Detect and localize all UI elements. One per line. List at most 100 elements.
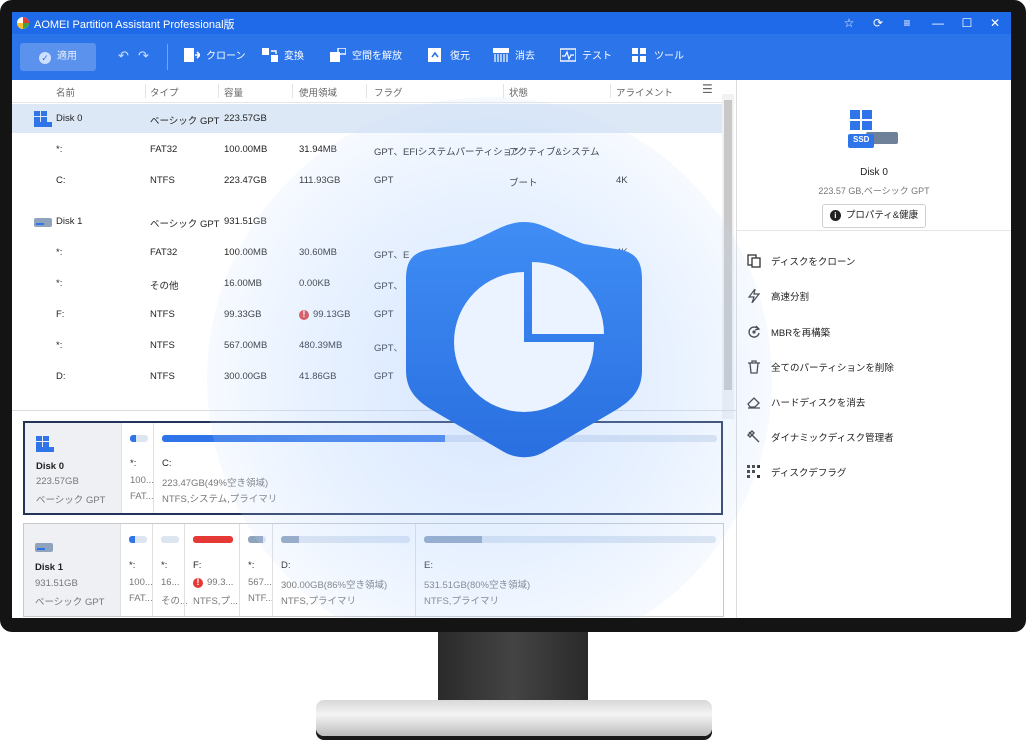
usage-fill (129, 536, 135, 543)
monitor-stand-base (316, 700, 712, 736)
table-row[interactable]: C: NTFS 223.47GB 111.93GB GPT ブート 4K (12, 166, 722, 195)
usage-bar (281, 536, 410, 543)
size-with-warning: ! 99.3... (193, 577, 233, 588)
maximize-icon[interactable]: ☐ (956, 14, 978, 32)
usage-fill (248, 536, 264, 543)
lightning-icon (747, 289, 761, 303)
disk1-partition-efi[interactable]: *: 100... FAT... (120, 524, 153, 616)
info-icon: i (829, 210, 841, 221)
wrench-icon (747, 430, 760, 443)
usage-bar (130, 435, 148, 442)
disk1-info: Disk 1 931.51GB ベーシック GPT (24, 524, 120, 616)
op-wipe-disk[interactable]: ハードディスクを消去 (747, 392, 997, 416)
disk1-partition-d[interactable]: D: 300.00GB(86%空き領域) NTFS,プライマリ (272, 524, 416, 616)
usage-fill (281, 536, 300, 543)
disk1-partition-msr[interactable]: *: 16... その... (152, 524, 188, 616)
tools-button[interactable]: ツール (632, 46, 684, 68)
disk0-partition-efi[interactable]: *: 100... FAT... (121, 423, 154, 513)
warning-icon: ! (193, 578, 203, 588)
properties-health-button[interactable]: i プロパティ&健康 (822, 204, 926, 228)
rebuild-icon (748, 325, 761, 338)
table-row[interactable]: *: FAT32 100.00MB 31.94MB GPT、EFIシステムパーテ… (12, 135, 722, 164)
table-row[interactable]: *: NTFS 567.00MB 480.39MB GPT、 4K (12, 331, 722, 360)
ssd-disk-icon (36, 436, 54, 452)
column-settings-icon[interactable]: ☰ (702, 82, 713, 96)
partition-table: 名前 タイプ 容量 使用領域 フラグ 状態 アライメント ☰ Disk 0 ベー… (12, 80, 735, 420)
usage-fill (162, 435, 446, 442)
apply-button[interactable]: ✓ 適用 (20, 43, 96, 71)
refresh-icon[interactable]: ⟳ (867, 14, 889, 32)
recover-icon (428, 48, 441, 62)
disk0-info: Disk 0 223.57GB ベーシック GPT (25, 423, 121, 513)
test-icon (560, 48, 576, 62)
table-row[interactable]: D: NTFS 300.00GB 41.86GB GPT 4K (12, 362, 722, 391)
col-used[interactable]: 使用領域 (299, 85, 337, 99)
ssd-label: SSD (853, 135, 870, 144)
undo-icon[interactable]: ↶ (118, 48, 129, 64)
col-name[interactable]: 名前 (56, 85, 75, 99)
col-alignment[interactable]: アライメント (616, 85, 673, 99)
disk1-partition-recovery[interactable]: *: 567... NTF... (239, 524, 273, 616)
apply-label: 適用 (57, 51, 77, 62)
disk1-map[interactable]: Disk 1 931.51GB ベーシック GPT *: 100... FAT.… (23, 523, 724, 617)
menu-icon[interactable]: ≡ (896, 14, 918, 32)
col-status[interactable]: 状態 (509, 85, 528, 99)
table-row[interactable]: *: その他 16.00MB 0.00KB GPT、 4K (12, 269, 722, 298)
close-icon[interactable]: ✕ (984, 14, 1006, 32)
toolbar-separator (167, 44, 168, 70)
ssd-disk-icon (848, 110, 898, 148)
op-rebuild-mbr[interactable]: MBRを再構築 (747, 322, 997, 346)
table-row[interactable]: *: FAT32 100.00MB 30.60MB GPT、E 4K (12, 238, 722, 267)
col-capacity[interactable]: 容量 (224, 85, 243, 99)
table-row[interactable]: F: NTFS 99.33GB ! 99.13GB GPT 4K (12, 300, 722, 329)
usage-bar (162, 435, 717, 442)
redo-icon[interactable]: ↷ (138, 48, 149, 64)
monitor-stand-neck (438, 632, 588, 704)
disk0-map[interactable]: Disk 0 223.57GB ベーシック GPT *: 100... FAT.… (23, 421, 723, 515)
disk-summary: SSD Disk 0 223.57 GB,ベーシック GPT i プロパティ&健康 (737, 80, 1011, 231)
defrag-icon (747, 465, 760, 478)
table-header: 名前 タイプ 容量 使用領域 フラグ 状態 アライメント ☰ (12, 80, 735, 103)
star-icon[interactable]: ☆ (838, 14, 860, 32)
test-button[interactable]: テスト (560, 46, 612, 68)
convert-icon (262, 48, 278, 62)
table-scrollbar[interactable] (722, 94, 734, 419)
clone-button[interactable]: クローン (184, 46, 246, 68)
free-space-icon (330, 48, 346, 62)
tools-icon (632, 48, 646, 62)
usage-bar (193, 536, 233, 543)
disk1-partition-e[interactable]: E: 531.51GB(80%空き領域) NTFS,プライマリ (415, 524, 722, 616)
toolbar: ✓ 適用 ↶ ↷ クローン 変換 空間を解放 復元 消去 テスト ツール (12, 34, 1011, 80)
hdd-disk-icon (35, 543, 53, 552)
selected-disk-info: 223.57 GB,ベーシック GPT (818, 186, 930, 196)
clone-icon (184, 48, 200, 62)
clone-disk-icon (747, 254, 761, 268)
app-window: AOMEI Partition Assistant Professional版 … (12, 12, 1011, 618)
table-row[interactable]: Disk 1 ベーシック GPT 931.51GB (12, 207, 722, 236)
usage-bar (161, 536, 179, 543)
op-dynamic-disk-manager[interactable]: ダイナミックディスク管理者 (747, 427, 997, 451)
disk0-partition-c[interactable]: C: 223.47GB(49%空き領域) NTFS,システム,プライマリ (153, 423, 720, 513)
scrollbar-thumb[interactable] (724, 100, 732, 390)
op-quick-partition[interactable]: 高速分割 (747, 286, 997, 310)
col-flag[interactable]: フラグ (374, 85, 403, 99)
disk1-partition-f[interactable]: F: ! 99.3... NTFS,プ... (184, 524, 240, 616)
erase-button[interactable]: 消去 (493, 46, 535, 68)
recover-button[interactable]: 復元 (428, 46, 470, 68)
convert-button[interactable]: 変換 (262, 46, 304, 68)
table-row[interactable]: Disk 0 ベーシック GPT 223.57GB (12, 104, 722, 133)
usage-fill (424, 536, 483, 543)
op-delete-all-partitions[interactable]: 全てのパーティションを削除 (747, 357, 997, 381)
trash-icon (748, 360, 760, 374)
usage-fill (193, 536, 233, 543)
op-disk-defrag[interactable]: ディスクデフラグ (747, 462, 997, 486)
minimize-icon[interactable]: — (927, 14, 949, 32)
pane-divider[interactable] (12, 410, 736, 411)
monitor-frame: AOMEI Partition Assistant Professional版 … (0, 0, 1026, 632)
eraser-icon (747, 397, 760, 409)
ssd-disk-icon (34, 111, 52, 127)
disk-operations-panel: SSD Disk 0 223.57 GB,ベーシック GPT i プロパティ&健康… (737, 80, 1011, 618)
op-clone-disk[interactable]: ディスクをクローン (747, 251, 997, 275)
col-type[interactable]: タイプ (150, 85, 179, 99)
free-space-button[interactable]: 空間を解放 (330, 46, 402, 68)
